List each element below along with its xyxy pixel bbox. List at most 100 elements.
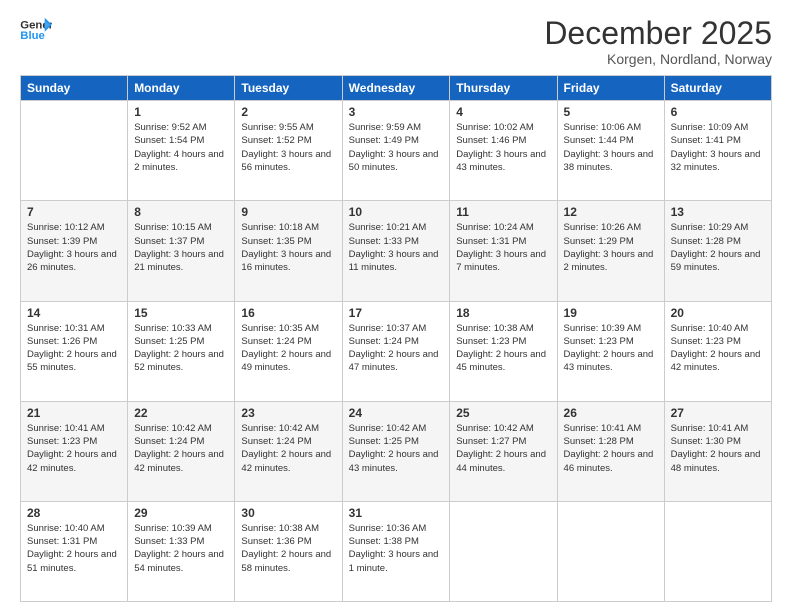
- calendar-cell: 9 Sunrise: 10:18 AM Sunset: 1:35 PM Dayl…: [235, 201, 342, 301]
- cell-sunrise: Sunrise: 10:39 AM: [134, 523, 212, 534]
- logo: General Blue: [20, 16, 52, 44]
- calendar-cell: 2 Sunrise: 9:55 AM Sunset: 1:52 PM Dayli…: [235, 101, 342, 201]
- calendar-cell: 25 Sunrise: 10:42 AM Sunset: 1:27 PM Day…: [450, 401, 557, 501]
- cell-daylight: Daylight: 3 hours and 1 minute.: [349, 549, 439, 573]
- cell-date: 10: [349, 205, 444, 219]
- calendar-table: Sunday Monday Tuesday Wednesday Thursday…: [20, 75, 772, 602]
- cell-sunrise: Sunrise: 10:29 AM: [671, 222, 749, 233]
- calendar-cell: 31 Sunrise: 10:36 AM Sunset: 1:38 PM Day…: [342, 501, 450, 601]
- cell-info: Sunrise: 10:37 AM Sunset: 1:24 PM Daylig…: [349, 322, 444, 375]
- page: General Blue December 2025 Korgen, Nordl…: [0, 0, 792, 612]
- cell-date: 1: [134, 105, 228, 119]
- cell-sunrise: Sunrise: 10:31 AM: [27, 323, 105, 334]
- cell-info: Sunrise: 9:59 AM Sunset: 1:49 PM Dayligh…: [349, 121, 444, 174]
- week-row-1: 1 Sunrise: 9:52 AM Sunset: 1:54 PM Dayli…: [21, 101, 772, 201]
- cell-date: 16: [241, 306, 335, 320]
- cell-daylight: Daylight: 2 hours and 42 minutes.: [134, 449, 224, 473]
- cell-daylight: Daylight: 3 hours and 26 minutes.: [27, 249, 117, 273]
- cell-sunset: Sunset: 1:30 PM: [671, 436, 741, 447]
- calendar-cell: 18 Sunrise: 10:38 AM Sunset: 1:23 PM Day…: [450, 301, 557, 401]
- cell-daylight: Daylight: 2 hours and 59 minutes.: [671, 249, 761, 273]
- cell-info: Sunrise: 9:55 AM Sunset: 1:52 PM Dayligh…: [241, 121, 335, 174]
- calendar-cell: 29 Sunrise: 10:39 AM Sunset: 1:33 PM Day…: [128, 501, 235, 601]
- cell-sunrise: Sunrise: 10:40 AM: [27, 523, 105, 534]
- cell-sunrise: Sunrise: 10:38 AM: [456, 323, 534, 334]
- cell-date: 31: [349, 506, 444, 520]
- header-row: General Blue December 2025 Korgen, Nordl…: [20, 16, 772, 67]
- header-friday: Friday: [557, 76, 664, 101]
- cell-sunrise: Sunrise: 10:41 AM: [564, 423, 642, 434]
- calendar-cell: 24 Sunrise: 10:42 AM Sunset: 1:25 PM Day…: [342, 401, 450, 501]
- cell-daylight: Daylight: 2 hours and 55 minutes.: [27, 349, 117, 373]
- cell-info: Sunrise: 10:41 AM Sunset: 1:28 PM Daylig…: [564, 422, 658, 475]
- calendar-cell: [557, 501, 664, 601]
- cell-date: 22: [134, 406, 228, 420]
- cell-info: Sunrise: 10:18 AM Sunset: 1:35 PM Daylig…: [241, 221, 335, 274]
- cell-sunrise: Sunrise: 10:24 AM: [456, 222, 534, 233]
- calendar-cell: 8 Sunrise: 10:15 AM Sunset: 1:37 PM Dayl…: [128, 201, 235, 301]
- header-tuesday: Tuesday: [235, 76, 342, 101]
- cell-sunset: Sunset: 1:31 PM: [27, 536, 97, 547]
- cell-daylight: Daylight: 2 hours and 43 minutes.: [349, 449, 439, 473]
- cell-sunrise: Sunrise: 10:38 AM: [241, 523, 319, 534]
- cell-date: 9: [241, 205, 335, 219]
- calendar-cell: 1 Sunrise: 9:52 AM Sunset: 1:54 PM Dayli…: [128, 101, 235, 201]
- cell-daylight: Daylight: 2 hours and 46 minutes.: [564, 449, 654, 473]
- calendar-cell: 16 Sunrise: 10:35 AM Sunset: 1:24 PM Day…: [235, 301, 342, 401]
- cell-sunrise: Sunrise: 10:06 AM: [564, 122, 642, 133]
- cell-info: Sunrise: 10:12 AM Sunset: 1:39 PM Daylig…: [27, 221, 121, 274]
- calendar-cell: [21, 101, 128, 201]
- cell-info: Sunrise: 10:15 AM Sunset: 1:37 PM Daylig…: [134, 221, 228, 274]
- cell-daylight: Daylight: 2 hours and 42 minutes.: [27, 449, 117, 473]
- cell-sunset: Sunset: 1:24 PM: [241, 336, 311, 347]
- cell-sunrise: Sunrise: 10:09 AM: [671, 122, 749, 133]
- header-sunday: Sunday: [21, 76, 128, 101]
- cell-sunrise: Sunrise: 10:18 AM: [241, 222, 319, 233]
- cell-info: Sunrise: 10:41 AM Sunset: 1:23 PM Daylig…: [27, 422, 121, 475]
- cell-sunset: Sunset: 1:26 PM: [27, 336, 97, 347]
- cell-sunrise: Sunrise: 10:26 AM: [564, 222, 642, 233]
- cell-info: Sunrise: 10:35 AM Sunset: 1:24 PM Daylig…: [241, 322, 335, 375]
- header-row-days: Sunday Monday Tuesday Wednesday Thursday…: [21, 76, 772, 101]
- cell-daylight: Daylight: 3 hours and 50 minutes.: [349, 149, 439, 173]
- cell-info: Sunrise: 10:42 AM Sunset: 1:25 PM Daylig…: [349, 422, 444, 475]
- cell-date: 6: [671, 105, 765, 119]
- cell-info: Sunrise: 10:41 AM Sunset: 1:30 PM Daylig…: [671, 422, 765, 475]
- cell-sunset: Sunset: 1:41 PM: [671, 135, 741, 146]
- cell-date: 5: [564, 105, 658, 119]
- calendar-cell: 6 Sunrise: 10:09 AM Sunset: 1:41 PM Dayl…: [664, 101, 771, 201]
- cell-date: 30: [241, 506, 335, 520]
- cell-sunset: Sunset: 1:54 PM: [134, 135, 204, 146]
- header-monday: Monday: [128, 76, 235, 101]
- cell-sunset: Sunset: 1:44 PM: [564, 135, 634, 146]
- cell-date: 21: [27, 406, 121, 420]
- cell-sunset: Sunset: 1:37 PM: [134, 236, 204, 247]
- calendar-cell: 15 Sunrise: 10:33 AM Sunset: 1:25 PM Day…: [128, 301, 235, 401]
- calendar-cell: 28 Sunrise: 10:40 AM Sunset: 1:31 PM Day…: [21, 501, 128, 601]
- cell-date: 27: [671, 406, 765, 420]
- cell-date: 13: [671, 205, 765, 219]
- cell-date: 19: [564, 306, 658, 320]
- cell-info: Sunrise: 10:42 AM Sunset: 1:27 PM Daylig…: [456, 422, 550, 475]
- cell-sunrise: Sunrise: 10:42 AM: [134, 423, 212, 434]
- cell-sunset: Sunset: 1:23 PM: [564, 336, 634, 347]
- cell-info: Sunrise: 10:36 AM Sunset: 1:38 PM Daylig…: [349, 522, 444, 575]
- cell-sunset: Sunset: 1:35 PM: [241, 236, 311, 247]
- cell-date: 4: [456, 105, 550, 119]
- cell-daylight: Daylight: 2 hours and 45 minutes.: [456, 349, 546, 373]
- cell-info: Sunrise: 10:09 AM Sunset: 1:41 PM Daylig…: [671, 121, 765, 174]
- cell-sunset: Sunset: 1:23 PM: [27, 436, 97, 447]
- cell-info: Sunrise: 10:02 AM Sunset: 1:46 PM Daylig…: [456, 121, 550, 174]
- cell-daylight: Daylight: 2 hours and 51 minutes.: [27, 549, 117, 573]
- svg-text:Blue: Blue: [20, 30, 45, 42]
- cell-date: 26: [564, 406, 658, 420]
- cell-sunrise: Sunrise: 10:40 AM: [671, 323, 749, 334]
- cell-date: 15: [134, 306, 228, 320]
- calendar-cell: 5 Sunrise: 10:06 AM Sunset: 1:44 PM Dayl…: [557, 101, 664, 201]
- cell-sunrise: Sunrise: 9:55 AM: [241, 122, 313, 133]
- cell-sunrise: Sunrise: 9:52 AM: [134, 122, 206, 133]
- cell-sunset: Sunset: 1:25 PM: [349, 436, 419, 447]
- calendar-cell: 14 Sunrise: 10:31 AM Sunset: 1:26 PM Day…: [21, 301, 128, 401]
- cell-sunrise: Sunrise: 10:42 AM: [241, 423, 319, 434]
- cell-daylight: Daylight: 2 hours and 42 minutes.: [671, 349, 761, 373]
